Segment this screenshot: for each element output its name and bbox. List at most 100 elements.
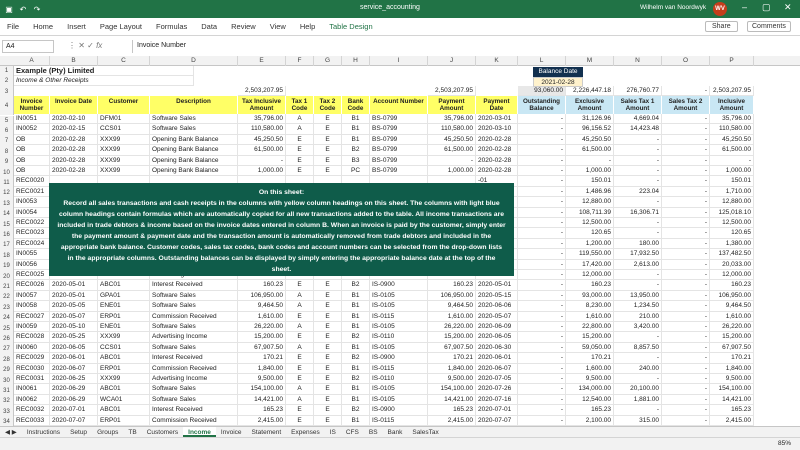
table-cell[interactable]: 2020-06-05 bbox=[476, 332, 518, 343]
table-cell[interactable]: E bbox=[286, 353, 314, 364]
column-header-c[interactable]: C bbox=[98, 56, 150, 66]
table-cell[interactable]: IS-0105 bbox=[370, 394, 428, 406]
table-cell[interactable]: 1,000.00 bbox=[566, 166, 614, 177]
table-cell[interactable]: E bbox=[286, 280, 314, 291]
table-cell[interactable]: 120.65 bbox=[566, 228, 614, 239]
table-header-bank-code[interactable]: Bank Code bbox=[342, 96, 370, 114]
table-cell[interactable]: 2020-06-30 bbox=[476, 342, 518, 354]
table-cell[interactable]: 1,610.00 bbox=[428, 311, 476, 322]
table-cell[interactable]: E bbox=[314, 134, 342, 146]
table-cell[interactable]: Software Sales bbox=[150, 301, 238, 312]
table-cell[interactable]: E bbox=[314, 280, 342, 291]
table-cell[interactable]: 17,420.00 bbox=[566, 259, 614, 270]
table-cell[interactable]: - bbox=[518, 249, 566, 260]
table-cell[interactable]: BS-0799 bbox=[370, 166, 428, 177]
table-cell[interactable]: 2020-03-01 bbox=[476, 114, 518, 125]
table-cell[interactable]: Software Sales bbox=[150, 322, 238, 333]
table-cell[interactable]: 210.00 bbox=[614, 311, 662, 322]
table-cell[interactable]: 1,840.00 bbox=[710, 363, 754, 374]
table-cell[interactable]: A bbox=[286, 301, 314, 312]
table-cell[interactable]: IS-0105 bbox=[370, 301, 428, 312]
table-cell[interactable]: - bbox=[662, 363, 710, 374]
table-cell[interactable]: 1,000.00 bbox=[710, 166, 754, 177]
table-cell[interactable]: 165.23 bbox=[710, 405, 754, 416]
table-cell[interactable]: - bbox=[614, 197, 662, 208]
table-cell[interactable]: 12,500.00 bbox=[566, 218, 614, 229]
table-cell[interactable]: 154,100.00 bbox=[428, 384, 476, 395]
table-cell[interactable]: B1 bbox=[342, 124, 370, 135]
table-cell[interactable]: REC0025 bbox=[14, 270, 50, 281]
table-cell[interactable]: 1,200.00 bbox=[566, 238, 614, 250]
table-cell[interactable]: - bbox=[662, 238, 710, 250]
table-cell[interactable]: - bbox=[662, 155, 710, 166]
table-cell[interactable]: E bbox=[314, 145, 342, 156]
table-header-sales-tax-1-amount[interactable]: Sales Tax 1 Amount bbox=[614, 96, 662, 114]
table-cell[interactable]: - bbox=[518, 384, 566, 395]
table-cell[interactable]: 2020-07-05 bbox=[476, 374, 518, 385]
table-cell[interactable]: - bbox=[662, 114, 710, 125]
table-cell[interactable]: Software Sales bbox=[150, 114, 238, 125]
table-header-sales-tax-2-amount[interactable]: Sales Tax 2 Amount bbox=[662, 96, 710, 114]
table-cell[interactable]: B2 bbox=[342, 332, 370, 343]
table-cell[interactable]: - bbox=[614, 280, 662, 291]
table-cell[interactable]: 2020-06-01 bbox=[476, 353, 518, 364]
table-cell[interactable]: 15,200.00 bbox=[566, 332, 614, 343]
table-cell[interactable]: 2020-07-01 bbox=[50, 405, 98, 416]
row-header[interactable]: 7 bbox=[0, 136, 14, 147]
sheet-tab-cfs[interactable]: CFS bbox=[341, 427, 364, 437]
table-cell[interactable]: B1 bbox=[342, 342, 370, 354]
balance-date-input[interactable]: 2021-02-28 bbox=[533, 77, 583, 87]
table-cell[interactable]: REC0031 bbox=[14, 374, 50, 385]
table-cell[interactable]: 15,200.00 bbox=[710, 332, 754, 343]
column-header-d[interactable]: D bbox=[150, 56, 238, 66]
table-cell[interactable]: 12,880.00 bbox=[566, 197, 614, 208]
table-cell[interactable]: 12,540.00 bbox=[566, 394, 614, 406]
table-cell[interactable]: 2020-07-07 bbox=[476, 415, 518, 426]
table-header-payment-date[interactable]: Payment Date bbox=[476, 96, 518, 114]
table-cell[interactable]: 2020-05-05 bbox=[50, 301, 98, 312]
table-cell[interactable]: A bbox=[286, 342, 314, 354]
table-cell[interactable]: 15,200.00 bbox=[238, 332, 286, 343]
table-cell[interactable]: 12,000.00 bbox=[566, 270, 614, 281]
table-cell[interactable]: ABC01 bbox=[98, 280, 150, 291]
table-cell[interactable]: 45,250.50 bbox=[428, 134, 476, 146]
table-cell[interactable]: E bbox=[314, 311, 342, 322]
table-header-inclusive-amount[interactable]: Inclusive Amount bbox=[710, 96, 754, 114]
row-header[interactable]: 12 bbox=[0, 188, 14, 199]
table-cell[interactable]: 16,306.71 bbox=[614, 207, 662, 218]
table-cell[interactable]: E bbox=[314, 290, 342, 302]
save-icon[interactable]: ▣ bbox=[4, 4, 14, 14]
table-cell[interactable]: IN0054 bbox=[14, 207, 50, 218]
table-cell[interactable]: - bbox=[614, 166, 662, 177]
table-cell[interactable]: BS-0799 bbox=[370, 124, 428, 135]
table-cell[interactable]: - bbox=[614, 218, 662, 229]
sheet-tab-statement[interactable]: Statement bbox=[247, 427, 287, 437]
column-header-o[interactable]: O bbox=[662, 56, 710, 66]
table-cell[interactable]: - bbox=[518, 311, 566, 322]
table-cell[interactable]: B1 bbox=[342, 114, 370, 125]
sheet-tab-salestax[interactable]: SalesTax bbox=[407, 427, 443, 437]
table-cell[interactable]: - bbox=[518, 197, 566, 208]
table-cell[interactable]: - bbox=[662, 374, 710, 385]
table-cell[interactable]: 1,610.00 bbox=[566, 311, 614, 322]
table-cell[interactable]: - bbox=[614, 228, 662, 239]
ribbon-tab-file[interactable]: File bbox=[0, 18, 26, 35]
column-header-h[interactable]: H bbox=[342, 56, 370, 66]
sheet-tab-tb[interactable]: TB bbox=[123, 427, 141, 437]
table-cell[interactable]: 125,018.10 bbox=[710, 207, 754, 218]
table-cell[interactable]: - bbox=[662, 166, 710, 177]
minimize-icon[interactable]: – bbox=[742, 2, 747, 12]
table-header-payment-amount[interactable]: Payment Amount bbox=[428, 96, 476, 114]
table-cell[interactable]: 1,380.00 bbox=[710, 238, 754, 250]
table-cell[interactable]: 4,669.04 bbox=[614, 114, 662, 125]
row-header[interactable]: 5 bbox=[0, 115, 14, 126]
column-header-f[interactable]: F bbox=[286, 56, 314, 66]
row-header[interactable]: 24 bbox=[0, 313, 14, 324]
table-cell[interactable]: 45,250.50 bbox=[566, 134, 614, 146]
table-header-account-number[interactable]: Account Number bbox=[370, 96, 428, 114]
table-cell[interactable]: - bbox=[518, 218, 566, 229]
row-header[interactable]: 22 bbox=[0, 292, 14, 303]
table-cell[interactable]: B1 bbox=[342, 384, 370, 395]
table-cell[interactable]: 2020-06-25 bbox=[50, 374, 98, 385]
table-cell[interactable]: 20,100.00 bbox=[614, 384, 662, 395]
